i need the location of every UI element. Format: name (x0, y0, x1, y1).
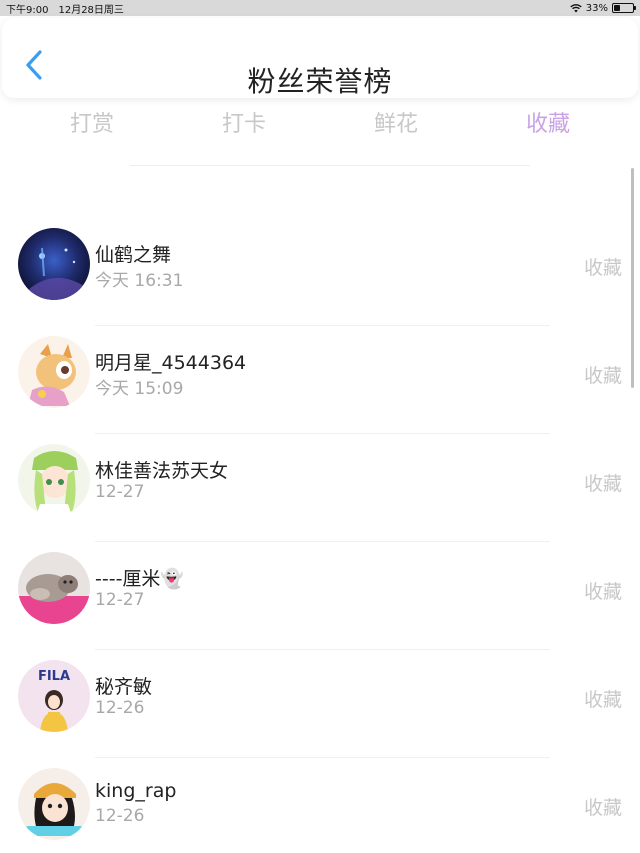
tab-divider (130, 165, 530, 166)
fan-time: 12-27 (95, 590, 145, 610)
fan-time: 今天 16:31 (95, 271, 184, 291)
list-item[interactable]: 仙鹤之舞 今天 16:31 收藏 (0, 218, 640, 326)
favorite-label: 收藏 (583, 365, 622, 387)
avatar: FILA (18, 660, 90, 732)
tab-flowers[interactable]: 鲜花 (374, 106, 418, 138)
favorite-label: 收藏 (583, 473, 622, 495)
status-date: 12月28日周三 (58, 4, 124, 16)
favorite-label: 收藏 (583, 689, 622, 711)
list-item[interactable]: ----厘米👻 12-27 收藏 (0, 542, 640, 650)
list-item[interactable]: 林佳善法苏天女 12-27 收藏 (0, 434, 640, 542)
fan-name: king_rap (95, 780, 177, 802)
tab-reward[interactable]: 打赏 (70, 106, 114, 138)
fila-logo: FILA (38, 669, 70, 684)
battery-fill (614, 5, 620, 11)
avatar (18, 444, 90, 516)
wifi-icon (570, 3, 582, 12)
fan-time: 12-26 (95, 806, 145, 826)
status-time: 下午9:00 (6, 4, 49, 16)
fan-name: 秘齐敏 (95, 676, 153, 698)
tab-bar: 打赏 打卡 鲜花 收藏 (0, 100, 640, 140)
favorite-label: 收藏 (583, 797, 622, 819)
avatar (18, 552, 90, 624)
favorite-label: 收藏 (583, 257, 622, 279)
fan-time: 12-27 (95, 482, 145, 502)
fan-time: 今天 15:09 (95, 379, 184, 399)
list-item[interactable]: 明月星_4544364 今天 15:09 收藏 (0, 326, 640, 434)
favorite-label: 收藏 (583, 581, 622, 603)
avatar (18, 768, 90, 840)
fan-name: ----厘米👻 (95, 568, 185, 590)
tab-checkin[interactable]: 打卡 (222, 106, 266, 138)
battery-icon (612, 3, 636, 13)
status-bar: 下午9:00 12月28日周三 33% (0, 0, 640, 16)
tab-favorites[interactable]: 收藏 (526, 106, 570, 138)
list-item[interactable]: king_rap 12-26 收藏 (0, 758, 640, 853)
list-item[interactable]: FILA 秘齐敏 12-26 收藏 (0, 650, 640, 758)
fan-name: 仙鹤之舞 (95, 244, 172, 266)
header: 粉丝荣誉榜 (2, 18, 638, 98)
battery-percent: 33% (585, 2, 608, 14)
fan-name: 林佳善法苏天女 (95, 460, 229, 482)
fan-name: 明月星_4544364 (95, 352, 247, 374)
fan-time: 12-26 (95, 698, 145, 718)
avatar (18, 228, 90, 300)
page-title: 粉丝荣誉榜 (247, 65, 393, 98)
avatar (18, 336, 90, 408)
